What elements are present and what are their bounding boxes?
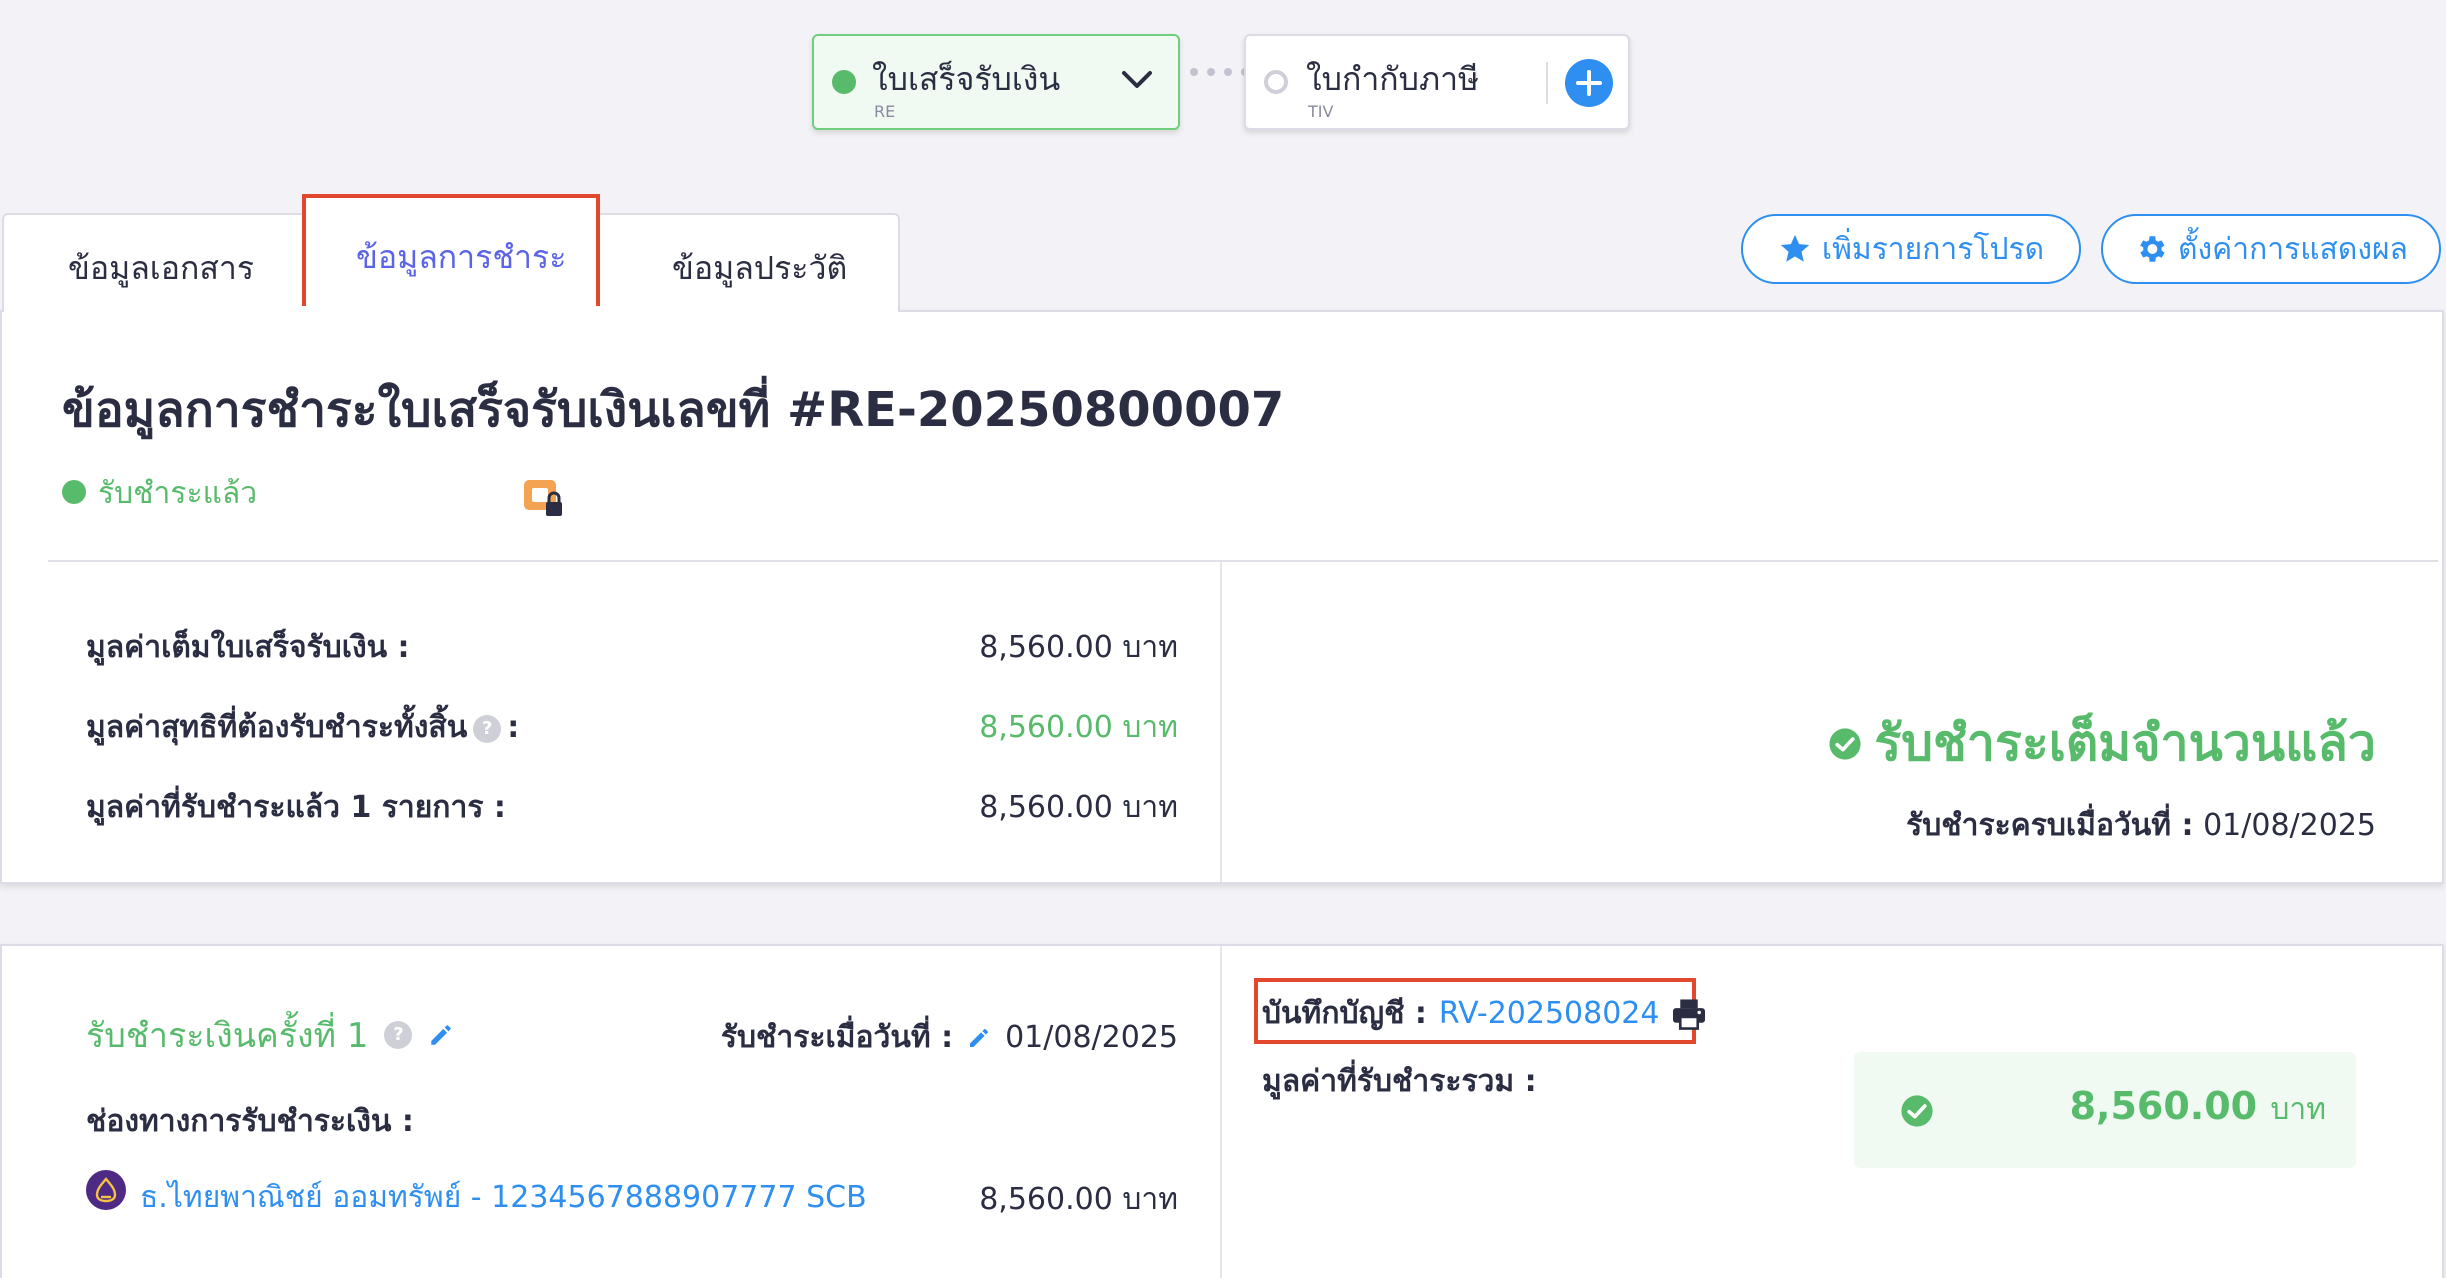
star-icon — [1780, 234, 1810, 262]
add-favorite-button[interactable]: เพิ่มรายการโปรด — [1741, 214, 2081, 284]
printer-icon[interactable] — [1671, 998, 1707, 1030]
paid-in-full-text: รับชำระเต็มจำนวนแล้ว — [1874, 714, 2376, 772]
status-badge: รับชำระแล้ว — [98, 476, 258, 511]
paid-date-value: 01/08/2025 — [2203, 808, 2376, 843]
status-dot-icon — [832, 70, 856, 94]
account-record-label: บันทึกบัญชี : — [1262, 996, 1427, 1031]
edit-pencil-icon[interactable] — [967, 1026, 991, 1050]
payment-date-value: 01/08/2025 — [1005, 1020, 1178, 1055]
scb-bank-logo-icon — [86, 1170, 126, 1210]
paid-value-amount: 8,560.00 บาท — [979, 790, 1178, 825]
edit-pencil-icon[interactable] — [428, 1022, 454, 1048]
payment-date-label: รับชำระเมื่อวันที่ : — [720, 1020, 954, 1055]
page-title: ข้อมูลการชำระใบเสร็จรับเงินเลขที่ #RE-20… — [62, 382, 1285, 438]
total-received-value: 8,560.00 — [2069, 1084, 2258, 1128]
payment-channel-label: ช่องทางการรับชำระเงิน : — [86, 1104, 414, 1139]
total-received-label: มูลค่าที่รับชำระรวม : — [1262, 1064, 1537, 1099]
divider — [1546, 62, 1548, 104]
account-record: บันทึกบัญชี : RV-202508024 — [1262, 990, 1707, 1037]
add-icon[interactable] — [1564, 58, 1614, 108]
net-value-label: มูลค่าสุทธิที่ต้องรับชำระทั้งสิ้น?: — [86, 704, 519, 751]
paid-complete-date: รับชำระครบเมื่อวันที่ : 01/08/2025 — [1906, 802, 2376, 849]
doc-flow-tax-invoice-title: ใบกำกับภาษี — [1306, 60, 1480, 98]
gear-icon — [2140, 236, 2165, 262]
tab-payment-info[interactable]: ข้อมูลการชำระ — [356, 232, 566, 283]
display-settings-label: ตั้งค่าการแสดงผล — [2178, 231, 2408, 267]
check-circle-icon — [1829, 727, 1861, 760]
payment-date: รับชำระเมื่อวันที่ : 01/08/2025 — [721, 1014, 1178, 1061]
divider — [1220, 946, 1222, 1278]
full-value-amount: 8,560.00 บาท — [979, 630, 1178, 665]
bank-account-link[interactable]: ธ.ไทยพาณิชย์ ออมทรัพย์ - 123456788890777… — [140, 1174, 867, 1221]
paid-in-full-status: รับชำระเต็มจำนวนแล้ว — [1828, 704, 2376, 783]
paid-value-label: มูลค่าที่รับชำระแล้ว 1 รายการ : — [86, 790, 506, 825]
doc-flow-receipt-code: RE — [874, 102, 896, 121]
doc-flow-tax-invoice[interactable]: ใบกำกับภาษี TIV — [1244, 34, 1630, 130]
total-received-amount: 8,560.00 บาท — [2070, 1084, 2326, 1133]
net-value-label-text: มูลค่าสุทธิที่ต้องรับชำระทั้งสิ้น — [86, 710, 468, 745]
locked-document-icon[interactable] — [522, 478, 566, 518]
paid-date-label: รับชำระครบเมื่อวันที่ : — [1906, 808, 2194, 843]
doc-flow-tax-invoice-code: TIV — [1308, 102, 1334, 121]
divider — [1220, 562, 1222, 882]
doc-flow-separator — [1190, 68, 1249, 76]
net-value-amount: 8,560.00 บาท — [979, 710, 1178, 745]
net-value-label-suffix: : — [507, 710, 520, 745]
add-favorite-label: เพิ่มรายการโปรด — [1821, 231, 2045, 267]
total-received-unit: บาท — [2270, 1092, 2326, 1127]
total-received-box: 8,560.00 บาท — [1854, 1052, 2356, 1168]
pending-dot-icon — [1264, 70, 1288, 94]
payment-installment-text: รับชำระเงินครั้งที่ 1 — [86, 1016, 369, 1056]
bank-amount: 8,560.00 บาท — [979, 1182, 1178, 1217]
status-dot-icon — [62, 480, 86, 504]
tab-history-info[interactable]: ข้อมูลประวัติ — [672, 243, 847, 294]
doc-flow-receipt[interactable]: ใบเสร็จรับเงิน RE — [812, 34, 1180, 130]
divider — [48, 560, 2438, 562]
tab-joint — [4, 306, 898, 314]
check-circle-icon — [1901, 1095, 1933, 1127]
display-settings-button[interactable]: ตั้งค่าการแสดงผล — [2101, 214, 2441, 284]
help-icon[interactable]: ? — [384, 1021, 413, 1049]
payment-installment-title: รับชำระเงินครั้งที่ 1 ? — [86, 1008, 454, 1062]
account-record-link[interactable]: RV-202508024 — [1439, 996, 1660, 1031]
full-value-label: มูลค่าเต็มใบเสร็จรับเงิน : — [86, 630, 410, 665]
chevron-down-icon[interactable] — [1120, 68, 1154, 92]
tab-document-info[interactable]: ข้อมูลเอกสาร — [68, 243, 254, 294]
doc-flow-receipt-title: ใบเสร็จรับเงิน — [872, 60, 1061, 98]
help-icon[interactable]: ? — [473, 714, 502, 743]
